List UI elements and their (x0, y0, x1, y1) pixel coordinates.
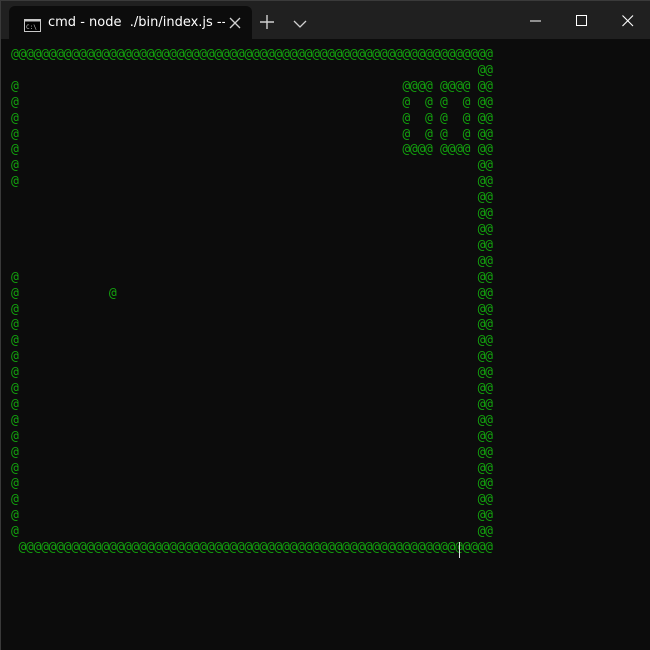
terminal-line: @ @@ (11, 444, 493, 460)
cmd-icon: C:\ (24, 17, 41, 32)
maximize-icon (576, 15, 587, 26)
terminal-line: @ @@ (11, 365, 493, 381)
tab-cmd[interactable]: C:\ cmd - node ./bin/index.js --rom (9, 6, 252, 39)
terminal-line: @ @@ (11, 381, 493, 397)
terminal-line: @ @@ (11, 174, 493, 190)
terminal-line: @ @ @@ (11, 285, 493, 301)
close-window-button[interactable] (605, 1, 650, 39)
terminal-line: @ @@ (11, 333, 493, 349)
tab-title: cmd - node ./bin/index.js --rom (48, 15, 225, 30)
terminal-line: @@ (11, 206, 493, 222)
close-icon (622, 15, 634, 27)
text-cursor (459, 542, 460, 558)
terminal-line: @ @@ (11, 269, 493, 285)
terminal-line: @ @@ (11, 412, 493, 428)
minimize-icon (530, 20, 541, 22)
terminal-output[interactable]: @@@@@@@@@@@@@@@@@@@@@@@@@@@@@@@@@@@@@@@@… (1, 39, 650, 650)
terminal-line: @ @@@@ @@@@ @@ (11, 142, 493, 158)
maximize-button[interactable] (559, 1, 605, 39)
minimize-button[interactable] (513, 1, 559, 39)
terminal-line: @ @@ (11, 158, 493, 174)
terminal-line: @ @@ (11, 396, 493, 412)
terminal-line: @ @ @ @ @ @@ (11, 126, 493, 142)
terminal-line: @ @@ (11, 301, 493, 317)
plus-icon[interactable] (258, 13, 276, 31)
terminal-line: @ @@ (11, 524, 493, 540)
terminal-line: @ @ @ @ @ @@ (11, 110, 493, 126)
terminal-screen: @@@@@@@@@@@@@@@@@@@@@@@@@@@@@@@@@@@@@@@@… (11, 47, 493, 556)
terminal-line: @ @@ (11, 317, 493, 333)
terminal-line: @ @@ (11, 492, 493, 508)
terminal-line: @ @@@@ @@@@ @@ (11, 78, 493, 94)
terminal-line: @@ (11, 253, 493, 269)
terminal-line: @@ (11, 62, 493, 78)
terminal-window: C:\ cmd - node ./bin/index.js --rom (0, 0, 650, 650)
svg-text:C:\: C:\ (26, 24, 37, 31)
terminal-line: @ @@ (11, 508, 493, 524)
terminal-line: @ @@ (11, 476, 493, 492)
terminal-line: @ @@ (11, 460, 493, 476)
terminal-line: @ @ @ @ @ @@ (11, 94, 493, 110)
close-tab-icon[interactable] (228, 15, 242, 29)
terminal-line: @@@@@@@@@@@@@@@@@@@@@@@@@@@@@@@@@@@@@@@@… (11, 47, 493, 62)
terminal-line: @@@@@@@@@@@@@@@@@@@@@@@@@@@@@@@@@@@@@@@@… (11, 540, 494, 556)
terminal-line: @@ (11, 221, 493, 237)
terminal-line: @@ (11, 190, 493, 206)
terminal-line: @@ (11, 237, 493, 253)
chevron-down-icon[interactable] (292, 15, 308, 28)
title-bar[interactable]: C:\ cmd - node ./bin/index.js --rom (1, 1, 650, 39)
terminal-line: @ @@ (11, 428, 493, 444)
terminal-line: @ @@ (11, 349, 493, 365)
